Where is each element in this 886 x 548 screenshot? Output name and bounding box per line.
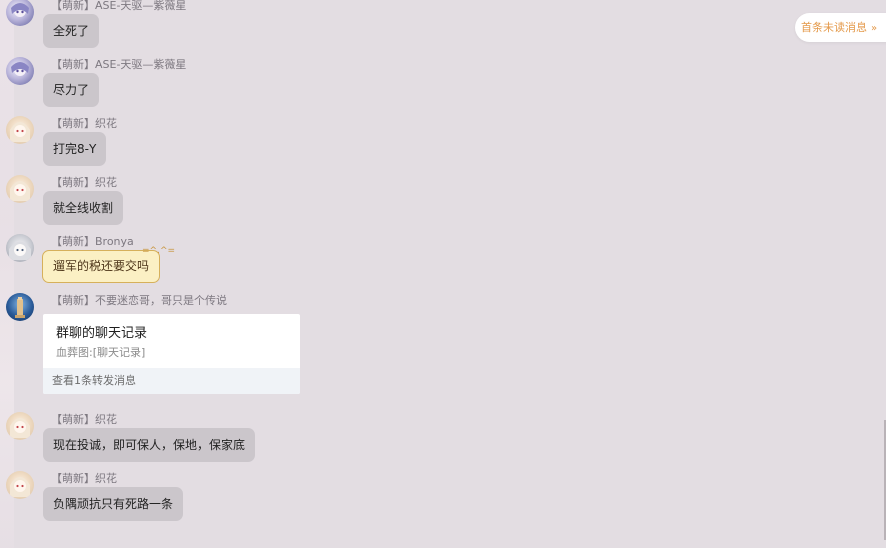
double-chevron-up-icon: » — [871, 23, 878, 34]
sender-name: 【萌新】ASE-天驱—紫薇星 — [51, 0, 187, 12]
message-item: 【萌新】织花 打完8-Y — [0, 112, 700, 172]
message-item: 【萌新】不要迷恋哥，哥只是个传说 群聊的聊天记录 血葬图:[聊天记录] 查看1条… — [0, 289, 700, 409]
message-item: 【萌新】织花 就全线收割 — [0, 171, 700, 231]
message-bubble[interactable]: 就全线收割 — [43, 191, 124, 225]
forward-preview: 血葬图:[聊天记录] — [56, 346, 146, 359]
avatar[interactable] — [6, 471, 34, 499]
sender-name: 【萌新】织花 — [51, 117, 117, 130]
avatar[interactable] — [6, 412, 34, 440]
sender-name: 【萌新】织花 — [51, 176, 117, 189]
message-bubble[interactable]: 打完8-Y — [43, 132, 107, 166]
message-bubble[interactable]: 尽力了 — [43, 73, 100, 107]
message-item: 【萌新】ASE-天驱—紫薇星 尽力了 — [0, 53, 700, 113]
avatar[interactable] — [6, 0, 34, 26]
avatar[interactable] — [6, 57, 34, 85]
message-item: 【萌新】织花 负隅顽抗只有死路一条 — [0, 467, 700, 527]
avatar[interactable] — [6, 116, 34, 144]
sender-name: 【萌新】ASE-天驱—紫薇星 — [51, 58, 187, 71]
message-bubble[interactable]: 现在投诚，即可保人，保地，保家底 — [43, 428, 256, 462]
unread-label: 首条未读消息 — [801, 21, 867, 34]
avatar[interactable] — [6, 293, 34, 321]
first-unread-message-button[interactable]: 首条未读消息 » — [795, 13, 886, 42]
message-bubble[interactable]: 全死了 — [43, 14, 100, 48]
message-item: 【萌新】ASE-天驱—紫薇星 全死了 — [0, 0, 700, 54]
avatar[interactable] — [6, 175, 34, 203]
cat-sticker-icon: =^.^= — [142, 246, 176, 256]
forwarded-chat-card[interactable]: 群聊的聊天记录 血葬图:[聊天记录] 查看1条转发消息 — [43, 314, 300, 394]
message-item: 【萌新】Bronya 遛军的税还要交吗 =^.^= — [0, 230, 700, 290]
forward-title: 群聊的聊天记录 — [56, 326, 148, 341]
view-forwarded-messages-link[interactable]: 查看1条转发消息 — [43, 368, 300, 394]
message-item: 【萌新】织花 现在投诚，即可保人，保地，保家底 — [0, 408, 700, 468]
avatar[interactable] — [6, 234, 34, 262]
sender-name: 【萌新】织花 — [51, 413, 117, 426]
sender-name: 【萌新】不要迷恋哥，哥只是个传说 — [51, 294, 227, 307]
sender-name: 【萌新】Bronya — [51, 235, 134, 248]
sender-name: 【萌新】织花 — [51, 472, 117, 485]
message-bubble[interactable]: 负隅顽抗只有死路一条 — [43, 487, 184, 521]
